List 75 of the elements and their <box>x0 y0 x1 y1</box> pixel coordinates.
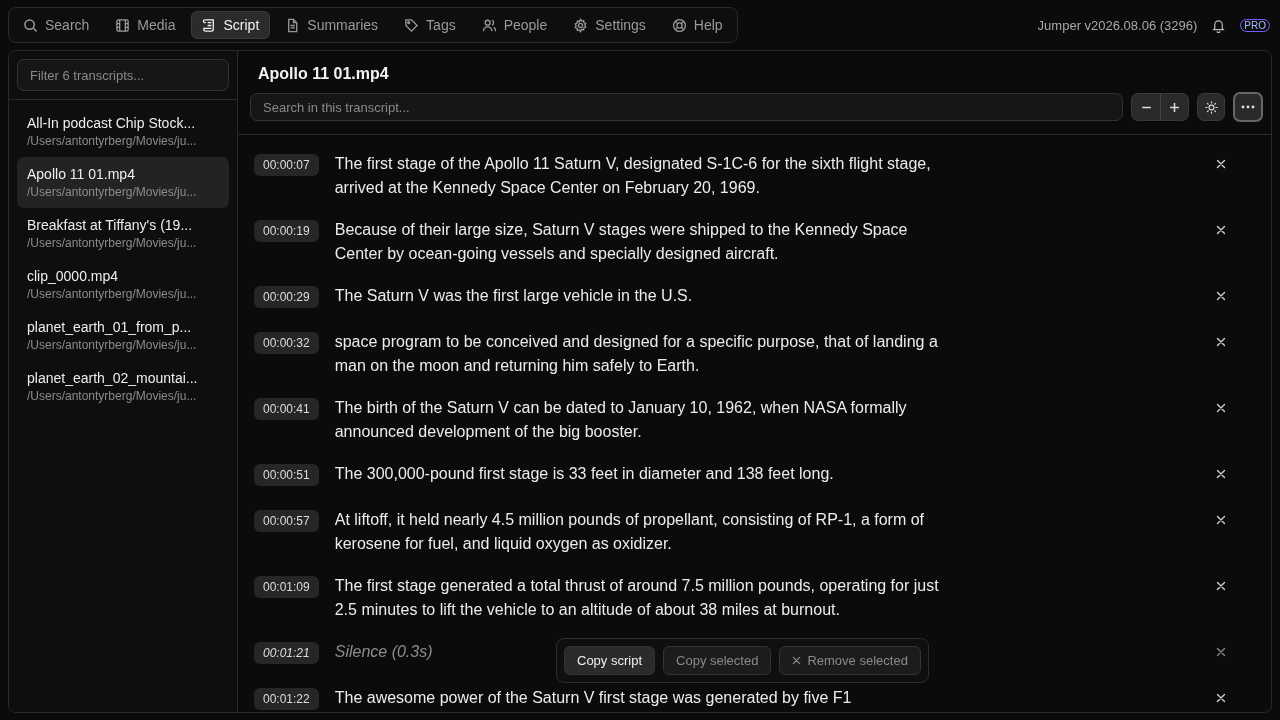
more-button[interactable] <box>1233 92 1263 122</box>
transcript-title: planet_earth_02_mountai... <box>27 370 199 386</box>
close-icon <box>792 656 802 665</box>
nav-tab[interactable]: Tags <box>393 11 467 39</box>
transcript-title-heading: Apollo 11 01.mp4 <box>257 65 390 83</box>
bell-icon[interactable] <box>1211 17 1227 33</box>
nav-tab[interactable]: Media <box>104 11 187 39</box>
nav-tab[interactable]: People <box>470 11 559 39</box>
transcript-item[interactable]: All-In podcast Chip Stock... /Users/antontyrberg/Movies/ju... <box>17 106 229 157</box>
timestamp-button[interactable]: 00:00:41 <box>254 398 319 420</box>
transcript-path: /Users/antontyrberg/Movies/ju... <box>27 185 198 199</box>
segment-text: Because of their large size, Saturn V stages were shipped to the Kennedy Space Center by ocean-going vessels and specially designed aircraft. <box>334 220 909 264</box>
theme-button[interactable] <box>1197 93 1225 121</box>
transcript-path: /Users/antontyrberg/Movies/ju... <box>27 134 198 148</box>
timestamp-button[interactable]: 00:00:07 <box>254 154 319 176</box>
close-icon <box>1216 159 1226 169</box>
transcript-item[interactable]: planet_earth_01_from_p... /Users/antontyrberg/Movies/ju... <box>17 310 229 361</box>
sun-icon <box>1204 100 1218 114</box>
scroll-icon <box>201 17 217 33</box>
people-icon <box>481 17 497 33</box>
timestamp-button[interactable]: 00:00:32 <box>254 332 319 354</box>
segment-text: The first stage of the Apollo 11 Saturn V, designated S-1C-6 for the sixth flight stage, arrived at the Kennedy Space Center on February 20, 1969. <box>334 154 932 198</box>
segment-text: The awesome power of the Saturn V first stage was generated by five F1 <box>334 688 853 708</box>
transcript-item[interactable]: planet_earth_02_mountai... /Users/antontyrberg/Movies/ju... <box>17 361 229 412</box>
timestamp-button[interactable]: 00:01:21 <box>254 642 319 664</box>
transcript-title: Apollo 11 01.mp4 <box>27 166 136 182</box>
nav-tab[interactable]: Script <box>190 11 271 39</box>
timestamp-button[interactable]: 00:00:51 <box>254 464 319 486</box>
close-icon <box>1216 693 1226 703</box>
plus-icon <box>1169 101 1180 113</box>
close-icon <box>1216 469 1226 479</box>
transcript-title: planet_earth_01_from_p... <box>27 319 193 335</box>
settings-icon <box>573 17 589 33</box>
segment-text: The 300,000-pound first stage is 33 feet in diameter and 138 feet long. <box>334 464 835 484</box>
nav-tab[interactable]: Summaries <box>274 11 390 39</box>
transcript-title: clip_0000.mp4 <box>27 268 120 284</box>
segment-text: At liftoff, it held nearly 4.5 million pounds of propellant, consisting of RP-1, a form of kerosene for fuel, and liquid oxygen as oxidizer. <box>334 510 926 554</box>
close-icon <box>1216 291 1226 301</box>
timestamp-button[interactable]: 00:00:57 <box>254 510 319 532</box>
segment-text: space program to be conceived and designed for a specific purpose, that of landing a man on the moon and returning him safely to Earth. <box>334 332 939 376</box>
help-icon <box>671 17 687 33</box>
transcript-item[interactable]: Breakfast at Tiffany's (19... /Users/antontyrberg/Movies/ju... <box>17 208 229 259</box>
action-button[interactable]: Copy script <box>564 646 656 675</box>
transcript-path: /Users/antontyrberg/Movies/ju... <box>27 236 198 250</box>
close-icon <box>1216 515 1226 525</box>
transcript-item[interactable]: clip_0000.mp4 /Users/antontyrberg/Movies/ju... <box>17 259 229 310</box>
transcript-path: /Users/antontyrberg/Movies/ju... <box>27 389 198 403</box>
close-icon <box>1216 647 1226 657</box>
timestamp-button[interactable]: 00:00:29 <box>254 286 319 308</box>
transcript-search-field[interactable]: Search in this transcript... <box>250 93 1123 121</box>
transcript-path: /Users/antontyrberg/Movies/ju... <box>27 287 198 301</box>
transcript-path: /Users/antontyrberg/Movies/ju... <box>27 338 198 352</box>
search-icon <box>23 17 38 33</box>
tag-icon <box>404 17 420 33</box>
film-icon <box>115 17 131 33</box>
nav-tab[interactable]: Settings <box>562 11 657 39</box>
transcript-item[interactable]: Apollo 11 01.mp4 /Users/antontyrberg/Movies/ju... <box>17 157 229 208</box>
close-icon <box>1216 337 1226 347</box>
segment-text: The first stage generated a total thrust of around 7.5 million pounds, operating for just 2.5 minutes to lift the vehicle to an altitude of about 38 miles at burnout. <box>334 576 940 620</box>
segment-text: The birth of the Saturn V can be dated to January 10, 1962, when NASA formally announced development of the big booster. <box>334 398 908 442</box>
segment-text: The Saturn V was the first large vehicle in the U.S. <box>334 286 694 306</box>
version-label: Jumper v2026.08.06 (3296) <box>1037 17 1198 33</box>
silence-label: Silence (0.3s) <box>334 642 433 662</box>
filter-field[interactable]: Filter 6 transcripts... <box>17 59 229 91</box>
transcript-title: Breakfast at Tiffany's (19... <box>27 217 194 233</box>
nav-tab[interactable]: Search <box>12 11 101 39</box>
timestamp-button[interactable]: 00:00:19 <box>254 220 319 242</box>
timestamp-button[interactable]: 00:01:09 <box>254 576 319 598</box>
close-icon <box>1216 581 1226 591</box>
more-icon <box>1241 105 1255 109</box>
close-icon <box>1216 403 1226 413</box>
close-icon <box>1216 225 1226 235</box>
timestamp-button[interactable]: 00:01:22 <box>254 688 319 710</box>
transcript-title: All-In podcast Chip Stock... <box>27 115 197 131</box>
nav-tab[interactable]: Help <box>660 11 734 39</box>
